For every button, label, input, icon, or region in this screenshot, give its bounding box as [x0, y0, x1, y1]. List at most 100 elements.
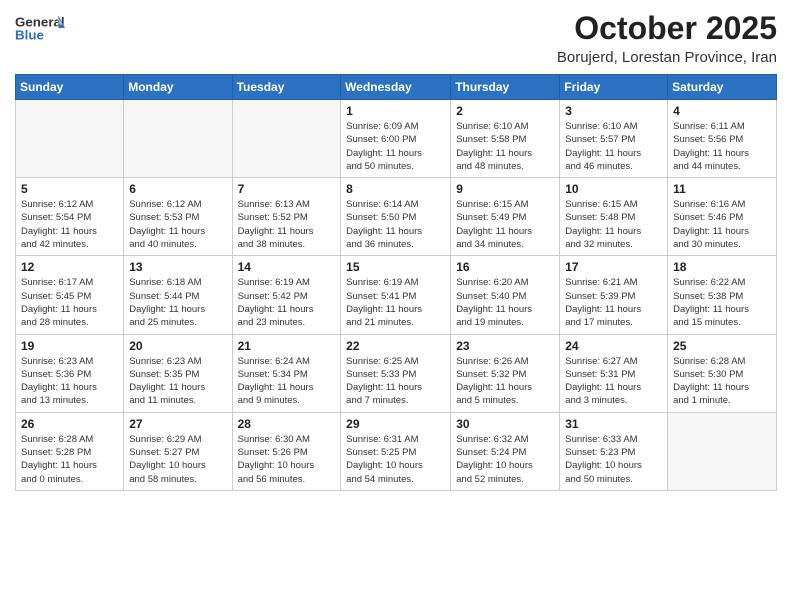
- day-number: 19: [21, 339, 118, 353]
- day-info: Sunrise: 6:10 AM Sunset: 5:57 PM Dayligh…: [565, 120, 662, 173]
- day-cell: 6Sunrise: 6:12 AM Sunset: 5:53 PM Daylig…: [124, 178, 232, 256]
- day-number: 25: [673, 339, 771, 353]
- week-row-2: 5 Sunrise: 6:12 AM Sunset: 5:54 PM Daylig…: [16, 178, 777, 256]
- location-title: Borujerd, Lorestan Province, Iran: [557, 49, 777, 66]
- day-info: Sunrise: 6:10 AM Sunset: 5:58 PM Dayligh…: [456, 120, 554, 173]
- day-number: 14: [238, 260, 336, 274]
- day-cell: 26 Sunrise: 6:28 AM Sunset: 5:28 PM Dayli…: [16, 412, 124, 490]
- day-info: Sunrise: 6:22 AM Sunset: 5:38 PM Dayligh…: [673, 276, 771, 329]
- day-cell: 16 Sunrise: 6:20 AM Sunset: 5:40 PM Dayli…: [451, 256, 560, 334]
- day-cell: 10 Sunrise: 6:15 AM Sunset: 5:48 PM Dayli…: [560, 178, 668, 256]
- day-info: Sunrise: 6:15 AM Sunset: 5:49 PM Dayligh…: [456, 198, 554, 251]
- day-cell: 21Sunrise: 6:24 AM Sunset: 5:34 PM Dayli…: [232, 334, 341, 412]
- col-monday: Monday: [124, 75, 232, 100]
- week-row-4: 19 Sunrise: 6:23 AM Sunset: 5:36 PM Dayli…: [16, 334, 777, 412]
- day-info: Sunrise: 6:23 AM Sunset: 5:36 PM Dayligh…: [21, 355, 118, 408]
- day-cell: 17Sunrise: 6:21 AM Sunset: 5:39 PM Dayli…: [560, 256, 668, 334]
- day-info: Sunrise: 6:26 AM Sunset: 5:32 PM Dayligh…: [456, 355, 554, 408]
- day-info: Sunrise: 6:15 AM Sunset: 5:48 PM Dayligh…: [565, 198, 662, 251]
- day-cell: 31 Sunrise: 6:33 AM Sunset: 5:23 PM Dayli…: [560, 412, 668, 490]
- title-block: October 2025 Borujerd, Lorestan Province…: [557, 10, 777, 66]
- day-cell: 20 Sunrise: 6:23 AM Sunset: 5:35 PM Dayli…: [124, 334, 232, 412]
- day-info: Sunrise: 6:31 AM Sunset: 5:25 PM Dayligh…: [346, 433, 445, 486]
- day-cell: 29 Sunrise: 6:31 AM Sunset: 5:25 PM Dayli…: [341, 412, 451, 490]
- day-number: 24: [565, 339, 662, 353]
- day-number: 8: [346, 182, 445, 196]
- day-info: Sunrise: 6:14 AM Sunset: 5:50 PM Dayligh…: [346, 198, 445, 251]
- day-number: 2: [456, 104, 554, 118]
- col-saturday: Saturday: [668, 75, 777, 100]
- week-row-5: 26 Sunrise: 6:28 AM Sunset: 5:28 PM Dayli…: [16, 412, 777, 490]
- day-number: 5: [21, 182, 118, 196]
- col-wednesday: Wednesday: [341, 75, 451, 100]
- calendar: Sunday Monday Tuesday Wednesday Thursday…: [15, 74, 777, 491]
- day-cell: 5 Sunrise: 6:12 AM Sunset: 5:54 PM Daylig…: [16, 178, 124, 256]
- day-info: Sunrise: 6:20 AM Sunset: 5:40 PM Dayligh…: [456, 276, 554, 329]
- day-cell: 14 Sunrise: 6:19 AM Sunset: 5:42 PM Dayli…: [232, 256, 341, 334]
- day-info: Sunrise: 6:19 AM Sunset: 5:41 PM Dayligh…: [346, 276, 445, 329]
- day-number: 29: [346, 417, 445, 431]
- day-number: 16: [456, 260, 554, 274]
- day-cell: 8 Sunrise: 6:14 AM Sunset: 5:50 PM Daylig…: [341, 178, 451, 256]
- day-info: Sunrise: 6:12 AM Sunset: 5:53 PM Dayligh…: [129, 198, 226, 251]
- day-number: 18: [673, 260, 771, 274]
- day-number: 4: [673, 104, 771, 118]
- day-cell: 15 Sunrise: 6:19 AM Sunset: 5:41 PM Dayli…: [341, 256, 451, 334]
- day-cell: 11 Sunrise: 6:16 AM Sunset: 5:46 PM Dayli…: [668, 178, 777, 256]
- month-title: October 2025: [557, 10, 777, 47]
- day-info: Sunrise: 6:33 AM Sunset: 5:23 PM Dayligh…: [565, 433, 662, 486]
- day-number: 13: [129, 260, 226, 274]
- week-row-1: 1Sunrise: 6:09 AM Sunset: 6:00 PM Daylig…: [16, 100, 777, 178]
- day-number: 11: [673, 182, 771, 196]
- day-cell: [16, 100, 124, 178]
- day-cell: 1Sunrise: 6:09 AM Sunset: 6:00 PM Daylig…: [341, 100, 451, 178]
- day-number: 26: [21, 417, 118, 431]
- day-info: Sunrise: 6:25 AM Sunset: 5:33 PM Dayligh…: [346, 355, 445, 408]
- day-number: 7: [238, 182, 336, 196]
- day-cell: 25Sunrise: 6:28 AM Sunset: 5:30 PM Dayli…: [668, 334, 777, 412]
- day-cell: 19 Sunrise: 6:23 AM Sunset: 5:36 PM Dayli…: [16, 334, 124, 412]
- day-number: 22: [346, 339, 445, 353]
- day-info: Sunrise: 6:11 AM Sunset: 5:56 PM Dayligh…: [673, 120, 771, 173]
- weekday-header-row: Sunday Monday Tuesday Wednesday Thursday…: [16, 75, 777, 100]
- day-cell: 22 Sunrise: 6:25 AM Sunset: 5:33 PM Dayli…: [341, 334, 451, 412]
- day-info: Sunrise: 6:12 AM Sunset: 5:54 PM Dayligh…: [21, 198, 118, 251]
- day-cell: 9 Sunrise: 6:15 AM Sunset: 5:49 PM Daylig…: [451, 178, 560, 256]
- day-info: Sunrise: 6:16 AM Sunset: 5:46 PM Dayligh…: [673, 198, 771, 251]
- day-number: 30: [456, 417, 554, 431]
- day-number: 3: [565, 104, 662, 118]
- day-info: Sunrise: 6:27 AM Sunset: 5:31 PM Dayligh…: [565, 355, 662, 408]
- day-cell: 27 Sunrise: 6:29 AM Sunset: 5:27 PM Dayli…: [124, 412, 232, 490]
- day-number: 9: [456, 182, 554, 196]
- day-number: 31: [565, 417, 662, 431]
- day-cell: 18 Sunrise: 6:22 AM Sunset: 5:38 PM Dayli…: [668, 256, 777, 334]
- day-number: 15: [346, 260, 445, 274]
- header: General Blue October 2025 Borujerd, Lore…: [15, 10, 777, 66]
- col-tuesday: Tuesday: [232, 75, 341, 100]
- page: General Blue October 2025 Borujerd, Lore…: [0, 0, 792, 612]
- day-number: 10: [565, 182, 662, 196]
- day-info: Sunrise: 6:28 AM Sunset: 5:28 PM Dayligh…: [21, 433, 118, 486]
- day-cell: 7 Sunrise: 6:13 AM Sunset: 5:52 PM Daylig…: [232, 178, 341, 256]
- day-cell: 23Sunrise: 6:26 AM Sunset: 5:32 PM Dayli…: [451, 334, 560, 412]
- day-info: Sunrise: 6:23 AM Sunset: 5:35 PM Dayligh…: [129, 355, 226, 408]
- day-cell: 12Sunrise: 6:17 AM Sunset: 5:45 PM Dayli…: [16, 256, 124, 334]
- day-cell: 30 Sunrise: 6:32 AM Sunset: 5:24 PM Dayli…: [451, 412, 560, 490]
- day-number: 12: [21, 260, 118, 274]
- day-info: Sunrise: 6:24 AM Sunset: 5:34 PM Dayligh…: [238, 355, 336, 408]
- day-info: Sunrise: 6:32 AM Sunset: 5:24 PM Dayligh…: [456, 433, 554, 486]
- day-cell: [124, 100, 232, 178]
- day-number: 28: [238, 417, 336, 431]
- day-cell: [232, 100, 341, 178]
- day-info: Sunrise: 6:30 AM Sunset: 5:26 PM Dayligh…: [238, 433, 336, 486]
- day-number: 20: [129, 339, 226, 353]
- day-info: Sunrise: 6:19 AM Sunset: 5:42 PM Dayligh…: [238, 276, 336, 329]
- day-cell: 24 Sunrise: 6:27 AM Sunset: 5:31 PM Dayli…: [560, 334, 668, 412]
- day-info: Sunrise: 6:18 AM Sunset: 5:44 PM Dayligh…: [129, 276, 226, 329]
- day-info: Sunrise: 6:29 AM Sunset: 5:27 PM Dayligh…: [129, 433, 226, 486]
- day-info: Sunrise: 6:13 AM Sunset: 5:52 PM Dayligh…: [238, 198, 336, 251]
- day-number: 27: [129, 417, 226, 431]
- day-number: 17: [565, 260, 662, 274]
- day-number: 1: [346, 104, 445, 118]
- col-sunday: Sunday: [16, 75, 124, 100]
